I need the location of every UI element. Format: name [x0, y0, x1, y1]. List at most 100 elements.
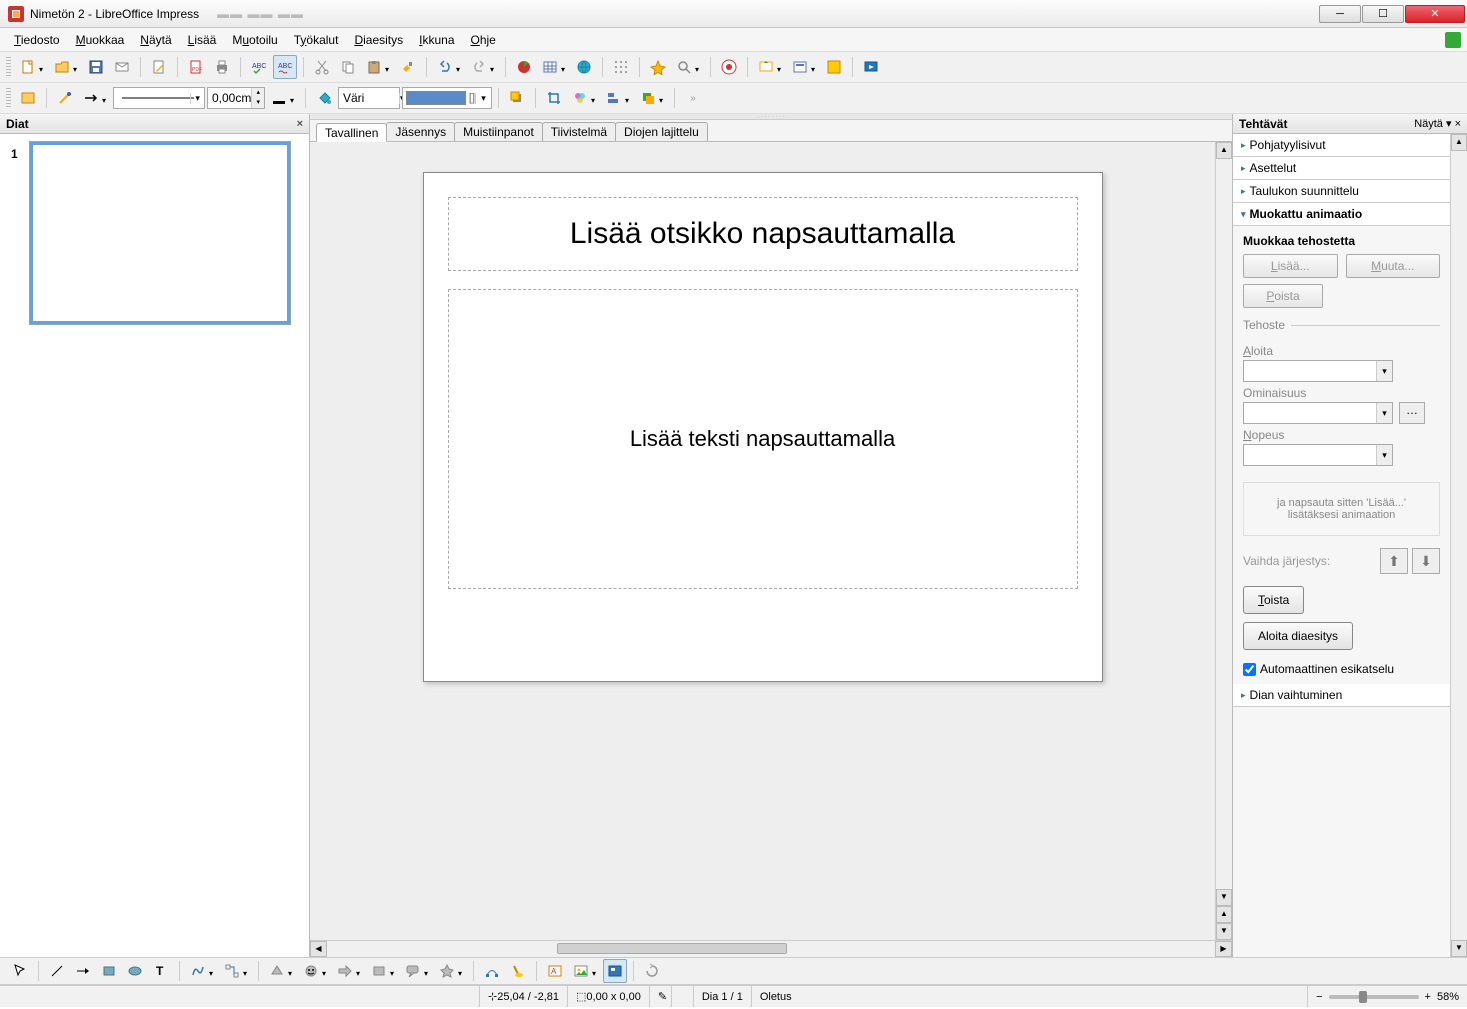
stars-tool[interactable]: ▾	[435, 959, 459, 983]
basic-shapes-tool[interactable]: ▾	[265, 959, 289, 983]
from-file-tool[interactable]: ▾	[569, 959, 593, 983]
points-tool[interactable]	[480, 959, 504, 983]
menu-view[interactable]: Näytä	[132, 30, 179, 50]
menu-slideshow[interactable]: Diaesitys	[346, 30, 411, 50]
rotate-tool[interactable]	[640, 959, 664, 983]
save-button[interactable]	[84, 55, 108, 79]
tab-normal[interactable]: Tavallinen	[316, 123, 387, 142]
menu-help[interactable]: Ohje	[463, 30, 504, 50]
slide-button[interactable]: ▾	[754, 55, 778, 79]
rectangle-tool[interactable]	[97, 959, 121, 983]
close-button[interactable]: ✕	[1405, 5, 1465, 23]
gallery-tool[interactable]	[603, 959, 627, 983]
minimize-button[interactable]: ─	[1319, 5, 1361, 23]
flowchart-tool[interactable]: ▾	[367, 959, 391, 983]
ellipse-tool[interactable]	[123, 959, 147, 983]
slideshow-button[interactable]: Aloita diaesitys	[1243, 622, 1353, 650]
slide-design-button[interactable]: ▾	[788, 55, 812, 79]
play-button[interactable]: Toista	[1243, 586, 1304, 614]
slide-thumbnail[interactable]: 1	[30, 142, 290, 324]
arrow-tool[interactable]	[71, 959, 95, 983]
arrange-button[interactable]: ▾	[636, 86, 660, 110]
format-paintbrush-button[interactable]	[396, 55, 420, 79]
content-placeholder[interactable]: Lisää teksti napsauttamalla	[448, 289, 1078, 589]
slides-thumb-area[interactable]: 1	[0, 134, 309, 957]
crop-button[interactable]	[542, 86, 566, 110]
callouts-tool[interactable]: ▾	[401, 959, 425, 983]
toolbar-grip[interactable]	[6, 57, 11, 77]
line-tool[interactable]	[45, 959, 69, 983]
grid-button[interactable]	[609, 55, 633, 79]
paste-button[interactable]: ▾	[362, 55, 386, 79]
status-modified-icon[interactable]: ✎	[650, 986, 672, 1007]
select-tool[interactable]	[8, 959, 32, 983]
help-button[interactable]	[717, 55, 741, 79]
section-custom-animation[interactable]: ▾Muokattu animaatio	[1233, 203, 1450, 226]
text-tool[interactable]: T	[149, 959, 173, 983]
toolbar-grip[interactable]	[6, 88, 11, 108]
horizontal-scrollbar[interactable]: ◀▶	[310, 940, 1232, 957]
more-button[interactable]: »	[681, 86, 705, 110]
status-layout[interactable]: Oletus	[752, 986, 1308, 1007]
block-arrows-tool[interactable]: ▾	[333, 959, 357, 983]
slide-props-button[interactable]	[16, 86, 40, 110]
slide-layout-button[interactable]	[822, 55, 846, 79]
tasks-scrollbar[interactable]: ▲▼	[1450, 134, 1467, 957]
line-style-combo[interactable]: ▾	[113, 87, 205, 109]
zoom-slider[interactable]	[1329, 995, 1419, 999]
zoom-button[interactable]: ▾	[672, 55, 696, 79]
export-pdf-button[interactable]: PDF	[184, 55, 208, 79]
menu-insert[interactable]: Lisää	[180, 30, 225, 50]
filter-button[interactable]: ▾	[568, 86, 592, 110]
align-button[interactable]: ▾	[602, 86, 626, 110]
section-layouts[interactable]: ▸Asettelut	[1233, 157, 1450, 180]
line-color-button[interactable]: ▾	[267, 86, 291, 110]
extension-icon[interactable]	[1445, 32, 1461, 48]
menu-window[interactable]: Ikkuna	[411, 30, 462, 50]
undo-button[interactable]: ▾	[433, 55, 457, 79]
tab-handout[interactable]: Tiivistelmä	[542, 122, 616, 141]
zoom-in[interactable]: +	[1425, 991, 1431, 1003]
auto-preview-checkbox[interactable]: Automaattinen esikatselu	[1243, 662, 1440, 676]
menu-file[interactable]: Tiedosto	[6, 30, 68, 50]
open-button[interactable]: ▾	[50, 55, 74, 79]
curve-tool[interactable]: ▾	[186, 959, 210, 983]
menu-edit[interactable]: Muokkaa	[68, 30, 133, 50]
maximize-button[interactable]: ☐	[1362, 5, 1404, 23]
zoom-value[interactable]: 58%	[1437, 991, 1459, 1003]
auto-spellcheck-button[interactable]: ABC	[273, 55, 297, 79]
menu-format[interactable]: Muotoilu	[224, 30, 285, 50]
title-placeholder[interactable]: Lisää otsikko napsauttamalla	[448, 197, 1078, 271]
vertical-scrollbar[interactable]: ▲▼▲▼	[1215, 142, 1232, 940]
zoom-out[interactable]: −	[1316, 991, 1322, 1003]
navigator-button[interactable]	[646, 55, 670, 79]
section-slide-transition[interactable]: ▸Dian vaihtuminen	[1233, 684, 1450, 707]
chart-button[interactable]	[512, 55, 536, 79]
tab-sorter[interactable]: Diojen lajittelu	[615, 122, 708, 141]
arrow-style-button[interactable]: ▾	[79, 86, 103, 110]
tasks-show-menu[interactable]: Näytä ▾ ×	[1414, 117, 1461, 130]
section-table-design[interactable]: ▸Taulukon suunnittelu	[1233, 180, 1450, 203]
gluepoints-tool[interactable]	[506, 959, 530, 983]
table-button[interactable]: ▾	[538, 55, 562, 79]
hyperlink-button[interactable]	[572, 55, 596, 79]
line-width-combo[interactable]: 0,00cm▴▾	[207, 87, 265, 109]
add-effect-button[interactable]: Lisää...	[1243, 254, 1338, 278]
section-master-pages[interactable]: ▸Pohjatyylisivut	[1233, 134, 1450, 157]
slides-panel-close[interactable]: ×	[297, 118, 303, 130]
fontwork-tool[interactable]: A	[543, 959, 567, 983]
connector-tool[interactable]: ▾	[220, 959, 244, 983]
spelling-button[interactable]: ABC	[247, 55, 271, 79]
copy-button[interactable]	[336, 55, 360, 79]
fill-type-combo[interactable]: Väri▾	[338, 87, 400, 109]
new-button[interactable]: ▾	[16, 55, 40, 79]
redo-button[interactable]: ▾	[467, 55, 491, 79]
print-button[interactable]	[210, 55, 234, 79]
fill-color-combo[interactable]: []▾	[402, 87, 492, 109]
slide[interactable]: Lisää otsikko napsauttamalla Lisää tekst…	[423, 172, 1103, 682]
menu-tools[interactable]: Työkalut	[286, 30, 347, 50]
tab-outline[interactable]: Jäsennys	[386, 122, 455, 141]
symbol-shapes-tool[interactable]: ▾	[299, 959, 323, 983]
slide-canvas[interactable]: Lisää otsikko napsauttamalla Lisää tekst…	[310, 142, 1215, 940]
fill-props-button[interactable]	[312, 86, 336, 110]
